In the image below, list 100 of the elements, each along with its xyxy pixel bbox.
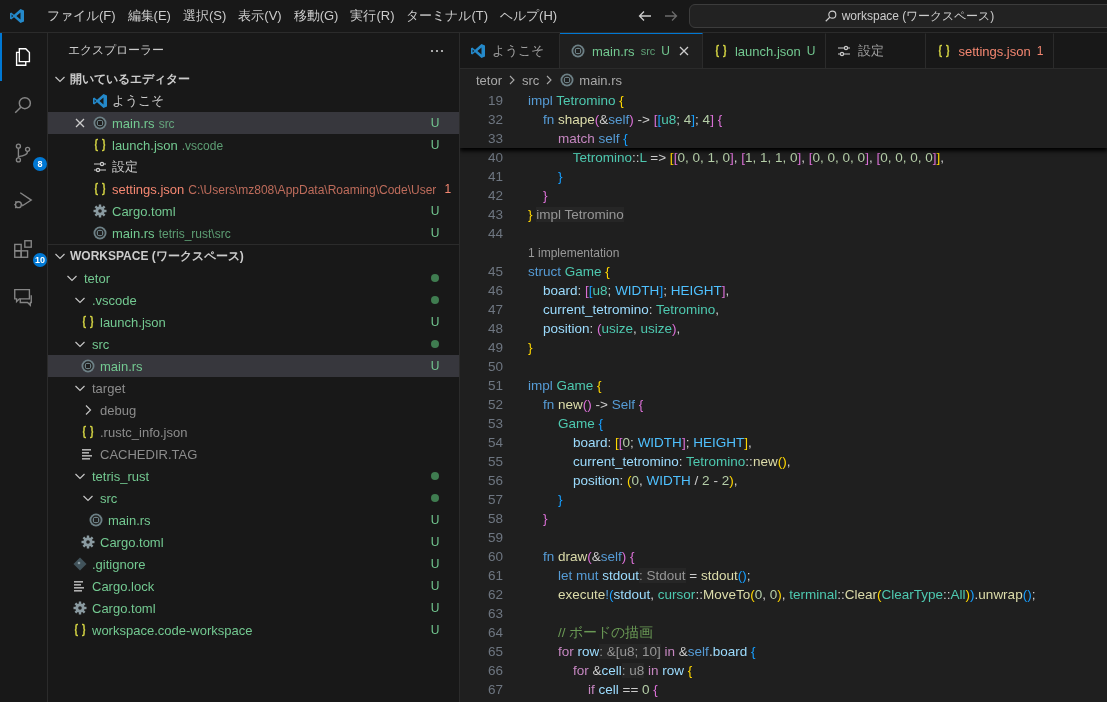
diamond-icon: [72, 556, 88, 572]
tree-item[interactable]: debug: [48, 399, 459, 421]
code-line: }: [557, 169, 563, 184]
menu-item[interactable]: 選択(S): [176, 4, 233, 28]
tree-item[interactable]: target: [48, 377, 459, 399]
sliders-icon: [836, 43, 853, 59]
code-line: fn draw(&self) {: [542, 549, 635, 564]
braces-icon: [80, 314, 96, 330]
code-line: }: [557, 492, 563, 507]
count-badge: 8: [33, 157, 47, 171]
code-line: current_tetromino: Tetromino,: [542, 302, 720, 317]
line-number: 44: [486, 226, 503, 241]
line-number: 47: [486, 302, 503, 317]
breadcrumb-item[interactable]: tetor: [476, 72, 502, 88]
open-editor-item[interactable]: settings.json C:\Users\mz808\AppData\Roaming\Code\User 1: [48, 178, 459, 200]
code-line: position: (0, WIDTH / 2 - 2),: [572, 473, 738, 488]
tree-item[interactable]: tetor: [48, 267, 459, 289]
menu-item[interactable]: ヘルプ(H): [494, 4, 564, 28]
section-header[interactable]: WORKSPACE (ワークスペース): [48, 244, 459, 267]
code-line: fn new() -> Self {: [542, 397, 644, 412]
menu-item[interactable]: ターミナル(T): [400, 4, 495, 28]
sliders-icon: [92, 159, 108, 175]
line-number: 48: [486, 321, 503, 336]
tree-item[interactable]: workspace.code-workspace U: [48, 619, 459, 641]
code-line: let mut stdout: Stdout = stdout();: [557, 568, 751, 583]
code-line: position: (usize, usize),: [542, 321, 681, 336]
code-line: // ボードの描画: [557, 623, 654, 642]
code-lens[interactable]: 1 implementation: [460, 245, 620, 260]
open-editor-item[interactable]: ようこそ: [48, 90, 459, 112]
line-number: 59: [486, 530, 503, 545]
tree-item[interactable]: Cargo.toml U: [48, 597, 459, 619]
git-status: U: [429, 138, 441, 152]
line-number: 57: [486, 492, 503, 507]
tree-item[interactable]: CACHEDIR.TAG: [48, 443, 459, 465]
code-line: for row: &[u8; 10] in &self.board {: [557, 644, 756, 659]
forward-arrow-icon[interactable]: [663, 8, 679, 24]
line-number: 53: [486, 416, 503, 431]
line-number: 19: [486, 93, 503, 108]
git-status: U: [429, 226, 441, 240]
line-number: 46: [486, 283, 503, 298]
breadcrumb-item[interactable]: main.rs: [579, 72, 622, 88]
line-number: 42: [486, 188, 503, 203]
tree-item[interactable]: .vscode: [48, 289, 459, 311]
line-number: 60: [486, 549, 503, 564]
tree-item[interactable]: main.rs U: [48, 355, 459, 377]
line-number: 51: [486, 378, 503, 393]
tree-item[interactable]: Cargo.toml U: [48, 531, 459, 553]
tree-item[interactable]: launch.json U: [48, 311, 459, 333]
code-line: }: [527, 340, 533, 355]
line-number: 67: [486, 682, 503, 697]
tree-item[interactable]: src: [48, 333, 459, 355]
line-number: 41: [486, 169, 503, 184]
code-line: for &cell: u8 in row {: [572, 663, 693, 678]
code-line: board: [[u8; WIDTH]; HEIGHT],: [542, 283, 730, 298]
code-line: }: [542, 188, 548, 203]
open-editor-item[interactable]: 設定: [48, 156, 459, 178]
braces-icon: [80, 424, 96, 440]
gear-circle-icon: [559, 72, 576, 88]
section-header[interactable]: 開いているエディター: [48, 68, 459, 90]
gear-icon: [92, 203, 108, 219]
git-status: U: [429, 359, 441, 373]
logo-icon: [470, 43, 486, 59]
code-line: current_tetromino: Tetromino::new(),: [572, 454, 791, 469]
code-line: struct Game {: [527, 264, 610, 279]
code-line: } impl Tetromino: [527, 207, 624, 222]
tree-item[interactable]: tetris_rust: [48, 465, 459, 487]
open-editor-item[interactable]: main.rs src U: [48, 112, 459, 134]
back-arrow-icon[interactable]: [637, 8, 653, 24]
code-line: Game {: [557, 416, 604, 431]
git-status: U: [429, 557, 441, 571]
menu-item[interactable]: ファイル(F): [41, 4, 122, 28]
tree-item[interactable]: .gitignore U: [48, 553, 459, 575]
code-line: }: [542, 511, 548, 526]
open-editor-item[interactable]: main.rs tetris_rust\src U: [48, 222, 459, 244]
menu-item[interactable]: 実行(R): [344, 4, 401, 28]
line-number: 54: [486, 435, 503, 450]
menu-item[interactable]: 移動(G): [287, 4, 345, 28]
command-search-field[interactable]: workspace (ワークスペース): [689, 4, 1107, 28]
editor-tab[interactable]: main.rs src U: [560, 33, 703, 68]
menu-item[interactable]: 編集(E): [121, 4, 177, 28]
logo-icon[interactable]: [9, 8, 25, 24]
line-number: 63: [486, 606, 503, 621]
chat-icon[interactable]: [11, 286, 34, 308]
line-number: 43: [486, 207, 503, 222]
open-editor-item[interactable]: launch.json .vscode U: [48, 134, 459, 156]
open-editor-item[interactable]: Cargo.toml U: [48, 200, 459, 222]
tree-item[interactable]: Cargo.lock U: [48, 575, 459, 597]
code-line: fn shape(&self) -> [[u8; 4]; 4] {: [542, 112, 723, 127]
menu-item[interactable]: 表示(V): [232, 4, 288, 28]
breadcrumb-item[interactable]: src: [522, 72, 540, 88]
braces-icon: [92, 137, 108, 153]
gear-icon: [80, 534, 96, 550]
gear-circle-icon: [80, 358, 96, 374]
line-number: 56: [486, 473, 503, 488]
tree-item[interactable]: main.rs U: [48, 509, 459, 531]
line-number: 58: [486, 511, 503, 526]
tree-item[interactable]: src: [48, 487, 459, 509]
line-number: 55: [486, 454, 503, 469]
blocks-icon[interactable]: [11, 238, 34, 260]
tree-item[interactable]: .rustc_info.json: [48, 421, 459, 443]
